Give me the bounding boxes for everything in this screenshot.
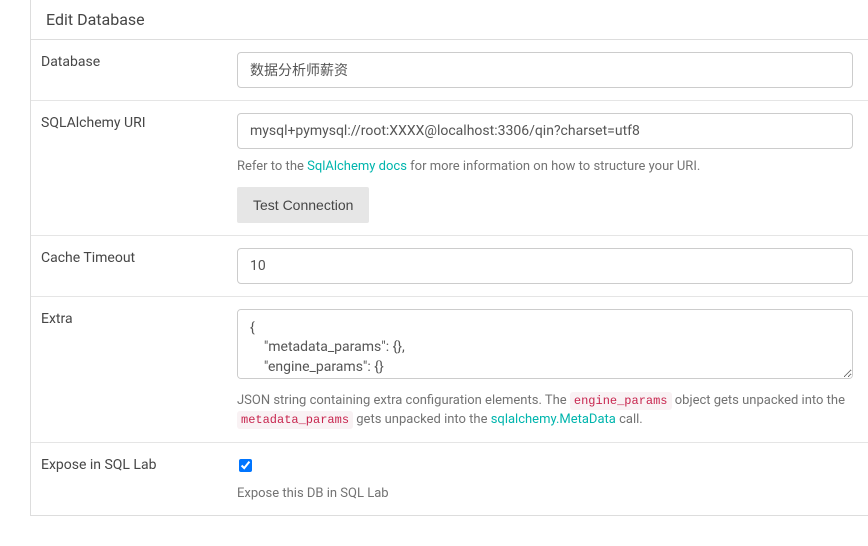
extra-help-2: object gets unpacked into the [672,393,845,408]
test-connection-button[interactable]: Test Connection [237,187,369,223]
sqlalchemy-metadata-link[interactable]: sqlalchemy.MetaData [491,412,616,427]
expose-help-text: Expose this DB in SQL Lab [237,484,853,504]
uri-help-suffix: for more information on how to structure… [407,159,700,174]
sqlalchemy-docs-link[interactable]: SqlAlchemy docs [307,159,407,174]
row-cache: Cache Timeout [31,236,868,297]
row-extra: Extra JSON string containing extra confi… [31,297,868,443]
label-extra: Extra [31,297,237,442]
extra-help-4: call. [616,412,643,427]
panel-heading: Edit Database [31,0,868,40]
sqlalchemy-uri-input[interactable] [237,113,853,149]
wrap-cache [237,236,868,296]
extra-help-1: JSON string containing extra configurati… [237,393,570,408]
uri-help-text: Refer to the SqlAlchemy docs for more in… [237,157,853,177]
label-cache: Cache Timeout [31,236,237,296]
wrap-extra: JSON string containing extra configurati… [237,297,868,442]
row-expose: Expose in SQL Lab Expose this DB in SQL … [31,443,868,516]
row-uri: SQLAlchemy URI Refer to the SqlAlchemy d… [31,101,868,236]
extra-textarea[interactable] [237,309,853,379]
label-expose: Expose in SQL Lab [31,443,237,516]
extra-help-text: JSON string containing extra configurati… [237,391,853,430]
wrap-uri: Refer to the SqlAlchemy docs for more in… [237,101,868,235]
wrap-expose: Expose this DB in SQL Lab [237,443,868,516]
extra-help-3: gets unpacked into the [353,412,491,427]
cache-timeout-input[interactable] [237,248,853,284]
label-database: Database [31,40,237,100]
label-uri: SQLAlchemy URI [31,101,237,235]
code-metadata-params: metadata_params [237,411,353,429]
uri-help-prefix: Refer to the [237,159,307,174]
database-input[interactable] [237,52,853,88]
wrap-database [237,40,868,100]
row-database: Database [31,40,868,101]
code-engine-params: engine_params [570,392,672,410]
expose-checkbox[interactable] [239,459,252,472]
